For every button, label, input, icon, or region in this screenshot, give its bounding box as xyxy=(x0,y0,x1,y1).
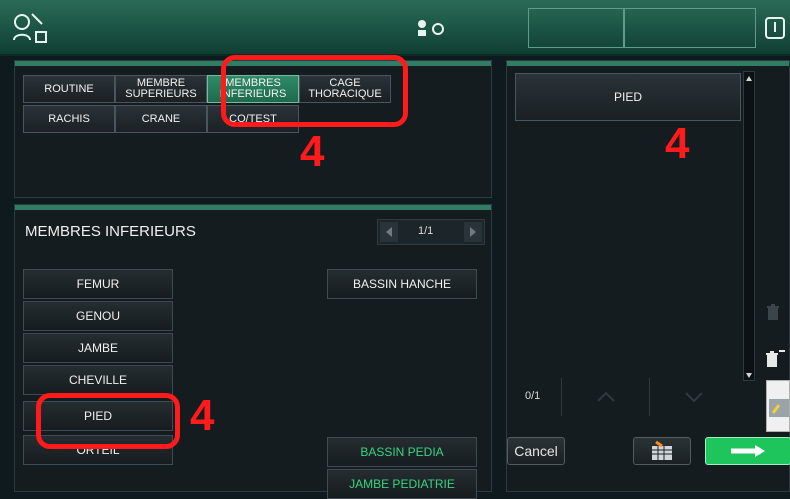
user-edit-icon xyxy=(13,13,47,43)
top-bar xyxy=(0,0,790,56)
grid-button[interactable] xyxy=(633,437,691,465)
power-icon xyxy=(765,17,785,39)
panel-accent xyxy=(15,205,491,210)
protocol-scrollbar[interactable] xyxy=(743,71,755,381)
panel-accent xyxy=(507,61,789,66)
category-membres-superieurs[interactable]: MEMBRE SUPERIEURS xyxy=(115,75,207,103)
body-part-jambe[interactable]: JAMBE xyxy=(23,333,173,363)
page-selector: 1/1 xyxy=(377,219,485,245)
delete-all-button[interactable] xyxy=(755,337,790,379)
user-edit-button[interactable] xyxy=(8,8,54,48)
arrow-right-icon xyxy=(731,445,765,457)
page-prev-button[interactable] xyxy=(380,222,398,242)
body-part-jambe-pediatrie[interactable]: JAMBE PEDIATRIE xyxy=(327,469,477,499)
hover-preview xyxy=(766,380,790,432)
red-highlight-box xyxy=(36,393,180,449)
confirm-button[interactable] xyxy=(705,437,790,465)
protocol-list-controls: 0/1 xyxy=(515,378,765,416)
category-rachis[interactable]: RACHIS xyxy=(23,105,115,133)
red-annotation-4: 4 xyxy=(190,391,215,440)
delete-button[interactable] xyxy=(755,291,790,333)
red-annotation-4: 4 xyxy=(300,127,325,176)
move-up-button[interactable] xyxy=(561,378,649,416)
page-indicator: 1/1 xyxy=(418,225,434,237)
preview-icon xyxy=(769,399,789,417)
cancel-button[interactable]: Cancel xyxy=(507,437,565,465)
status-button[interactable] xyxy=(408,8,468,48)
body-part-genou[interactable]: GENOU xyxy=(23,301,173,331)
selected-protocol-panel: PIED 0/1 Cancel xyxy=(506,60,790,492)
grid-icon xyxy=(652,440,672,460)
body-part-bassin-hanche[interactable]: BASSIN HANCHE xyxy=(327,269,477,299)
body-part-cheville[interactable]: CHEVILLE xyxy=(23,365,173,395)
page-next-button[interactable] xyxy=(464,222,482,242)
chevron-left-icon xyxy=(386,227,392,237)
user-status-icon xyxy=(418,20,444,36)
top-bar-slot-2 xyxy=(624,8,756,48)
chevron-right-icon xyxy=(470,227,476,237)
chevron-up-icon xyxy=(596,391,615,402)
red-highlight-box xyxy=(221,55,408,127)
chevron-down-icon xyxy=(684,392,703,403)
selected-protocol-item[interactable]: PIED xyxy=(515,73,741,121)
red-annotation-4: 4 xyxy=(665,119,690,168)
body-part-femur[interactable]: FEMUR xyxy=(23,269,173,299)
power-button[interactable] xyxy=(760,8,790,48)
trash-all-icon xyxy=(766,350,785,367)
top-bar-slot-1 xyxy=(528,8,624,48)
subcategory-title: MEMBRES INFERIEURS xyxy=(25,223,196,240)
protocol-count: 0/1 xyxy=(525,390,541,402)
category-crane[interactable]: CRANE xyxy=(115,105,207,133)
category-routine[interactable]: ROUTINE xyxy=(23,75,115,103)
trash-icon xyxy=(767,304,779,320)
body-part-bassin-pedia[interactable]: BASSIN PEDIA xyxy=(327,437,477,467)
scroll-up-button[interactable] xyxy=(744,72,754,84)
side-actions xyxy=(755,291,790,391)
move-down-button[interactable] xyxy=(649,378,737,416)
scroll-up-icon xyxy=(746,76,752,81)
